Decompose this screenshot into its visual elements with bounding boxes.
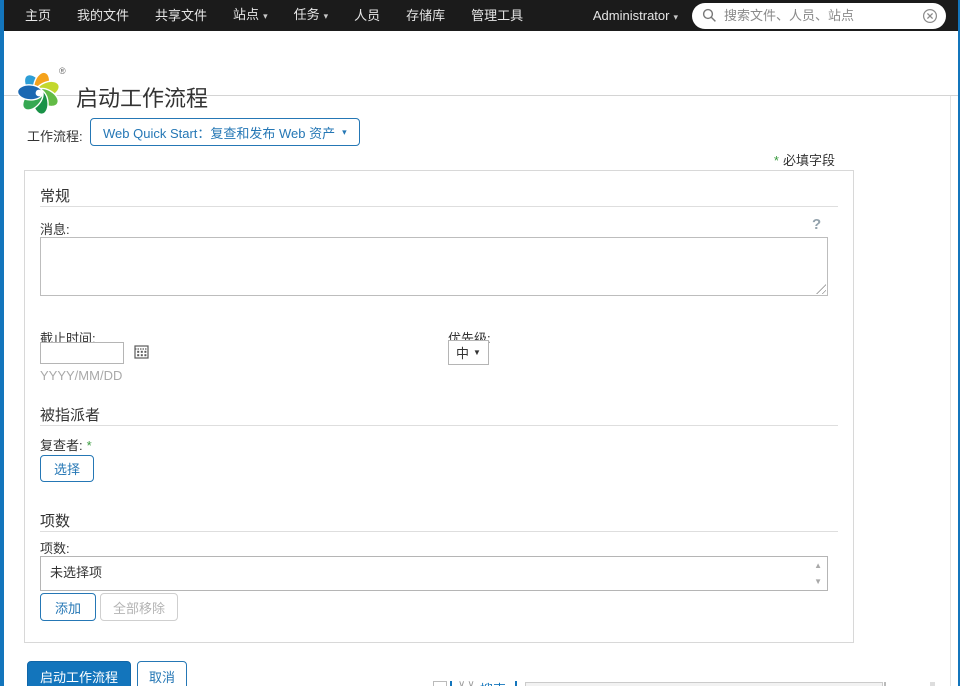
add-items-button[interactable]: 添加 bbox=[40, 593, 97, 621]
required-fields-note: * 必填字段 bbox=[774, 150, 835, 169]
bottom-search-link[interactable]: 搜索 bbox=[480, 679, 506, 686]
calendar-icon[interactable] bbox=[133, 344, 150, 361]
nav-admin-tools[interactable]: 管理工具 bbox=[458, 0, 536, 31]
nav-home[interactable]: 主页 bbox=[12, 0, 64, 31]
nav-tasks-label: 任务 bbox=[293, 7, 320, 22]
page-title: 启动工作流程 bbox=[76, 86, 209, 111]
items-listbox[interactable]: 未选择项 ▲ ▼ bbox=[40, 556, 828, 591]
bottom-fragment-divider bbox=[515, 681, 517, 686]
registered-trademark: ® bbox=[59, 66, 66, 76]
start-workflow-page: 主页 我的文件 共享文件 站点 ▾ 任务 ▾ 人员 存储库 管理工具 Adminis… bbox=[0, 0, 960, 686]
nav-people[interactable]: 人员 bbox=[341, 0, 393, 31]
reviewers-label: 复查者: * bbox=[40, 435, 92, 454]
remove-all-button: 全部移除 bbox=[100, 593, 179, 621]
select-reviewers-button[interactable]: 选择 bbox=[40, 455, 95, 482]
bottom-fragment-divider bbox=[450, 681, 452, 686]
cancel-button[interactable]: 取消 bbox=[137, 661, 188, 686]
help-icon[interactable]: ? bbox=[812, 216, 821, 233]
global-search-box[interactable] bbox=[692, 2, 946, 29]
section-divider bbox=[40, 425, 838, 426]
priority-selected-value: 中 bbox=[456, 346, 470, 361]
required-note-text: 必填字段 bbox=[782, 153, 835, 168]
nav-sites[interactable]: 站点 ▾ bbox=[220, 0, 281, 32]
chevron-down-icon: ▾ bbox=[342, 126, 347, 137]
start-workflow-button[interactable]: 启动工作流程 bbox=[27, 661, 132, 686]
scroll-up-icon[interactable]: ▲ bbox=[814, 561, 822, 570]
left-edge-stripe bbox=[0, 0, 4, 686]
bottom-fragment-box bbox=[433, 681, 447, 686]
section-assignee-title: 被指派者 bbox=[40, 407, 101, 424]
section-items-title: 项数 bbox=[40, 513, 71, 530]
items-label: 项数: bbox=[40, 541, 70, 556]
content-edge-line bbox=[950, 96, 951, 686]
page-header: ® 启动工作流程 bbox=[4, 31, 958, 115]
scroll-down-icon[interactable]: ▼ bbox=[814, 577, 822, 586]
clear-search-icon[interactable] bbox=[922, 8, 938, 24]
top-navigation: 主页 我的文件 共享文件 站点 ▾ 任务 ▾ 人员 存储库 管理工具 Adminis… bbox=[4, 0, 958, 31]
workflow-select-button[interactable]: Web Quick Start：复查和发布 Web 资产 ▾ bbox=[90, 118, 360, 146]
nav-tasks[interactable]: 任务 ▾ bbox=[281, 0, 342, 32]
select-arrow-icon: ▼ bbox=[473, 348, 481, 357]
nav-my-files[interactable]: 我的文件 bbox=[64, 0, 142, 31]
message-label: 消息: bbox=[40, 222, 70, 237]
section-divider bbox=[40, 206, 838, 207]
workflow-selected-value: Web Quick Start：复查和发布 Web 资产 bbox=[103, 125, 336, 141]
section-divider bbox=[40, 531, 838, 532]
required-asterisk: * bbox=[86, 438, 92, 453]
due-date-input[interactable] bbox=[40, 342, 124, 364]
required-asterisk: * bbox=[773, 153, 779, 168]
nav-sites-label: 站点 bbox=[233, 7, 260, 22]
message-textarea[interactable] bbox=[40, 237, 828, 296]
chevron-down-icon: ▾ bbox=[673, 12, 678, 22]
chevron-down-icon: ∨∨ bbox=[458, 679, 477, 686]
chevron-down-icon: ▾ bbox=[263, 11, 268, 21]
user-menu[interactable]: Administrator ▾ bbox=[579, 8, 692, 23]
search-icon bbox=[702, 8, 716, 22]
chevron-down-icon: ▾ bbox=[323, 11, 329, 21]
section-general-title: 常规 bbox=[40, 188, 71, 205]
nav-shared-files[interactable]: 共享文件 bbox=[142, 0, 220, 31]
date-format-hint: YYYY/MM/DD bbox=[40, 368, 123, 383]
nav-repository[interactable]: 存储库 bbox=[393, 0, 458, 31]
bottom-fragment-tick bbox=[884, 682, 886, 686]
user-menu-label: Administrator bbox=[592, 8, 670, 23]
alfresco-logo-icon bbox=[16, 71, 60, 115]
priority-select[interactable]: 中 ▼ bbox=[448, 340, 489, 365]
items-empty-text: 未选择项 bbox=[50, 565, 103, 580]
reviewers-label-text: 复查者: bbox=[40, 438, 83, 453]
workflow-label: 工作流程: bbox=[27, 129, 83, 144]
bottom-fragment-tick bbox=[930, 682, 935, 686]
bottom-fragment-input[interactable] bbox=[525, 682, 883, 686]
search-input[interactable] bbox=[724, 8, 922, 23]
